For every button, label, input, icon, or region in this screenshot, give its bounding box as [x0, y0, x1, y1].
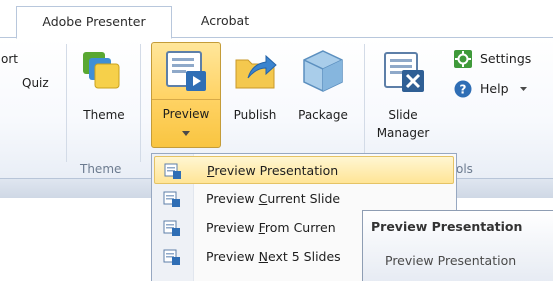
- preview-from-current-icon: [163, 220, 180, 236]
- theme-label: Theme: [83, 108, 125, 122]
- split-divider: [152, 99, 220, 100]
- preview-next-5-slides-icon: [163, 249, 180, 265]
- settings-label: Settings: [480, 51, 532, 66]
- group-separator: [140, 44, 141, 162]
- menu-item-preview-presentation[interactable]: Preview Presentation: [154, 156, 454, 184]
- tooltip-body: Preview Presentation: [385, 253, 517, 268]
- menu-item-label: Preview From Curren: [206, 220, 336, 235]
- quiz-button[interactable]: Quiz: [22, 76, 49, 90]
- package-button[interactable]: Package: [290, 46, 356, 136]
- slide-manager-label-line2: Manager: [376, 126, 430, 140]
- tooltip-title: Preview Presentation: [371, 219, 523, 234]
- theme-button[interactable]: Theme: [72, 46, 136, 136]
- group-separator: [66, 44, 67, 162]
- ribbon-tab-bar: Adobe Presenter Acrobat: [0, 0, 553, 39]
- export-label-fragment[interactable]: ort: [1, 52, 18, 66]
- slide-manager-label-line1: Slide: [388, 108, 418, 122]
- tab-acrobat[interactable]: Acrobat: [180, 6, 270, 39]
- help-button[interactable]: ? Help: [454, 78, 553, 100]
- chevron-down-icon: [520, 87, 527, 91]
- group-separator: [364, 44, 365, 162]
- help-icon: ?: [454, 80, 472, 98]
- slide-manager-icon: [384, 52, 424, 92]
- menu-item-label: Preview Presentation: [207, 163, 339, 178]
- publish-icon: [235, 54, 277, 89]
- publish-button[interactable]: Publish: [222, 46, 288, 136]
- preview-current-slide-icon: [163, 191, 180, 207]
- tab-adobe-presenter[interactable]: Adobe Presenter: [16, 6, 172, 39]
- svg-text:?: ?: [460, 83, 467, 97]
- preview-icon: [166, 51, 206, 91]
- tools-group-label: ols: [456, 162, 473, 176]
- slide-manager-button[interactable]: Slide Manager: [370, 46, 436, 156]
- help-label: Help: [480, 81, 509, 96]
- tab-acrobat-label: Acrobat: [200, 13, 250, 28]
- preview-label: Preview: [162, 107, 210, 121]
- tooltip: Preview Presentation Preview Presentatio…: [362, 210, 553, 281]
- menu-item-label: Preview Current Slide: [206, 191, 341, 206]
- settings-button[interactable]: Settings: [454, 48, 553, 70]
- menu-item-preview-current-slide[interactable]: Preview Current Slide: [154, 185, 454, 213]
- theme-group-label: Theme: [80, 162, 122, 176]
- publish-label: Publish: [233, 108, 277, 122]
- package-icon: [303, 50, 343, 92]
- menu-item-label: Preview Next 5 Slides: [206, 249, 341, 264]
- package-label: Package: [298, 108, 348, 122]
- settings-icon: [454, 50, 472, 68]
- dropdown-arrow-icon: [182, 131, 190, 136]
- preview-presentation-icon: [164, 163, 181, 179]
- tab-adobe-presenter-label: Adobe Presenter: [42, 14, 146, 29]
- preview-button[interactable]: Preview: [151, 42, 221, 148]
- theme-icon: [83, 52, 120, 89]
